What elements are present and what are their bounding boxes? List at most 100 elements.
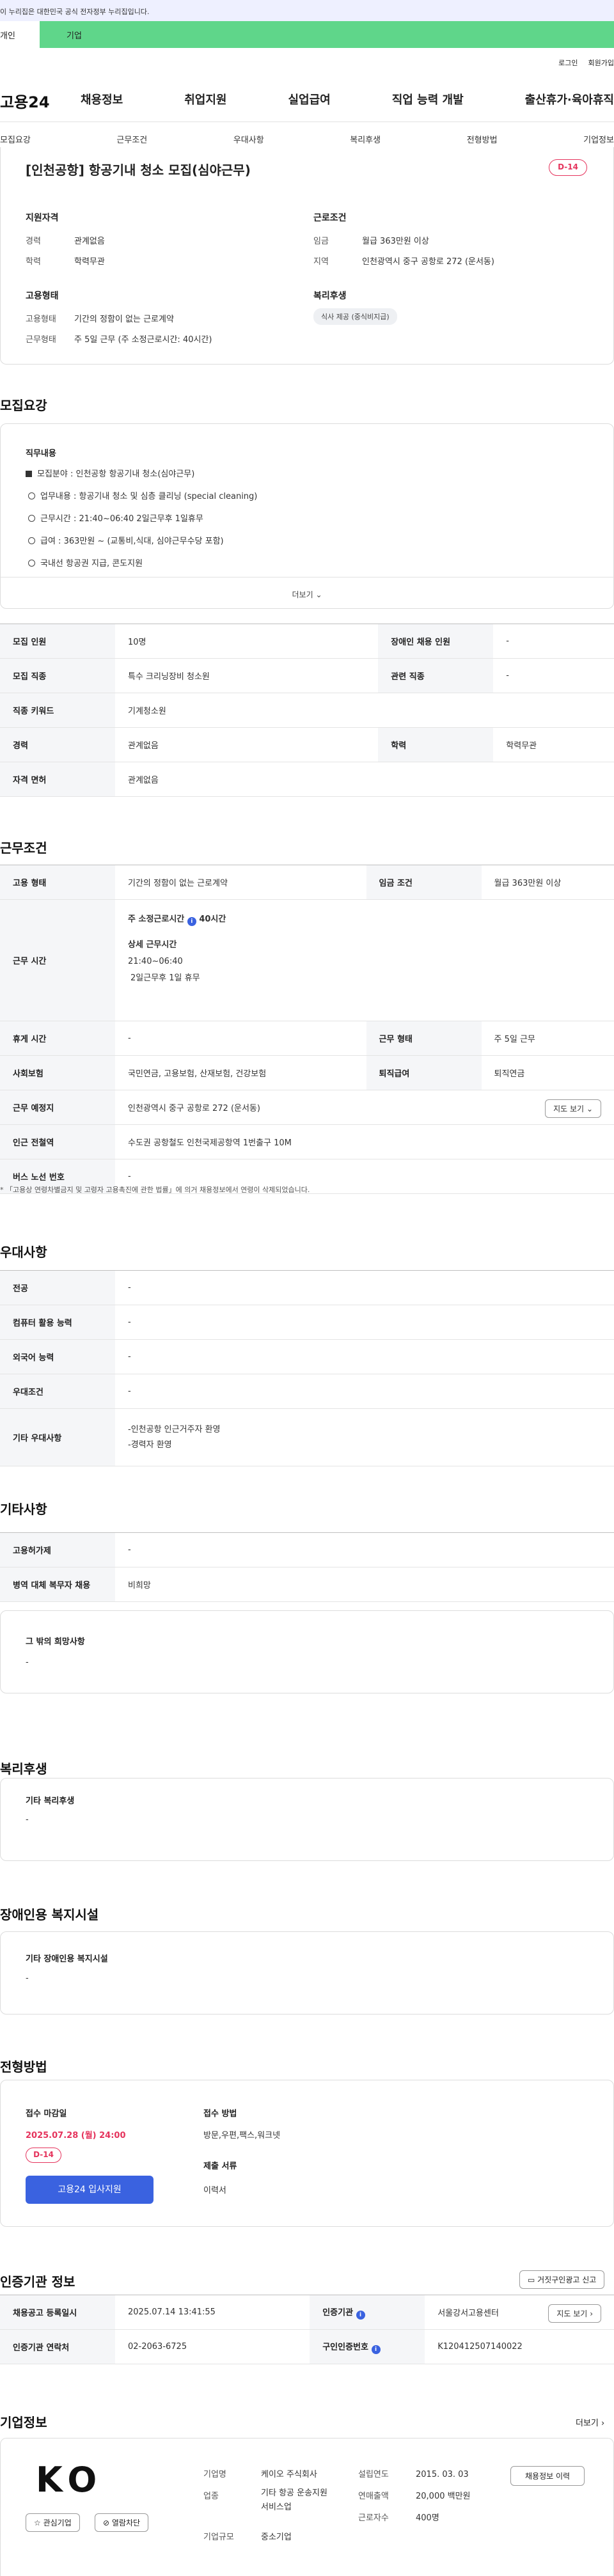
table-cell: 수도권 공항철도 인천국제공항역 1번출구 10M xyxy=(115,1124,614,1159)
table-cell: 퇴직연금 xyxy=(481,1055,614,1090)
table-header-cell: 컴퓨터 활용 능력 xyxy=(0,1305,115,1340)
chevron-down-icon: ⌄ xyxy=(315,590,322,599)
welfare-title: 기타 복리후생 xyxy=(26,1796,75,1806)
company-founded: 설립연도 2015. 03. 03 xyxy=(358,2470,469,2479)
company-name: 기업명 케이오 주식회사 xyxy=(203,2470,317,2479)
tab-recruit[interactable]: 모집요강 xyxy=(0,133,31,145)
nav-jobs[interactable]: 채용정보 xyxy=(81,91,123,107)
table-row: 고용허가제 - xyxy=(0,1532,614,1567)
table-header-cell: 외국어 능력 xyxy=(0,1339,115,1374)
emp-heading: 고용형태 xyxy=(26,291,59,301)
tab-preference[interactable]: 우대사항 xyxy=(233,133,264,145)
table-header-cell: 경력 xyxy=(0,727,115,762)
table-cell: 주 소정근로시간 i 40시간 상세 근무시간 21:40~06:40 2일근무… xyxy=(115,899,614,1021)
tab-personal[interactable]: 개인 xyxy=(0,21,40,48)
recruit-table: 모집 인원 10명 장애인 채용 인원 - 모집 직종 특수 크리닝장비 청소원 관련 직… xyxy=(0,624,614,797)
site-logo[interactable]: 고용24 xyxy=(0,90,50,112)
table-header-cell: 근무 예정지 xyxy=(0,1090,115,1125)
table-header-cell: 모집 인원 xyxy=(0,624,115,659)
user-links: 로그인 회원가입 xyxy=(558,58,614,68)
login-link[interactable]: 로그인 xyxy=(558,58,578,68)
table-header-cell: 고용허가제 xyxy=(0,1532,115,1567)
more-button[interactable]: 더보기 ⌄ xyxy=(0,577,614,609)
table-cell: 인천광역시 중구 공항로 272 (운서동) 지도 보기 ⌄ xyxy=(115,1090,614,1125)
tab-company[interactable]: 기업 xyxy=(40,21,614,48)
recruit-heading: 모집요강 xyxy=(0,398,47,413)
agency-map-button[interactable]: 지도 보기 › xyxy=(548,2304,601,2323)
table-header-cell: 우대조건 xyxy=(0,1374,115,1409)
table-cell: - xyxy=(115,1305,614,1340)
job-history-button[interactable]: 채용정보 이력 xyxy=(510,2466,585,2486)
table-header-cell: 장애인 채용 인원 xyxy=(378,624,494,659)
method-value: 방문,우편,팩스,워크넷 xyxy=(203,2131,281,2140)
apply-button[interactable]: 고용24 입사지원 xyxy=(26,2176,154,2204)
method-title: 접수 방법 xyxy=(203,2109,237,2119)
signup-link[interactable]: 회원가입 xyxy=(588,58,614,68)
map-button[interactable]: 지도 보기 ⌄ xyxy=(545,1099,601,1118)
table-cell: 국민연금, 고용보험, 산재보험, 건강보험 xyxy=(115,1055,366,1090)
table-header-cell: 학력 xyxy=(378,727,494,762)
nav-parental-leave[interactable]: 출산휴가·육아휴직 xyxy=(525,91,614,107)
chevron-right-icon: › xyxy=(590,2309,593,2318)
nav-job-training[interactable]: 직업 능력 개발 xyxy=(392,91,464,107)
table-cell: - xyxy=(115,1339,614,1374)
table-header-cell: 병역 대체 복무자 채용 xyxy=(0,1567,115,1602)
hope-card xyxy=(0,1610,614,1693)
table-header-cell: 구인인증번호 i xyxy=(310,2329,425,2364)
table-cell: 관계없음 xyxy=(115,762,614,797)
table-header-cell: 고용 형태 xyxy=(0,865,115,900)
hope-title: 그 밖의 희망사항 xyxy=(26,1637,85,1647)
table-row: 근무 예정지 인천광역시 중구 공항로 272 (운서동) 지도 보기 ⌄ xyxy=(0,1090,614,1125)
company-logo: KO xyxy=(36,2460,104,2500)
table-row: 고용 형태 기간의 정함이 없는 근로계약 임금 조건 월급 363만원 이상 xyxy=(0,865,614,900)
table-row: 모집 직종 특수 크리닝장비 청소원 관련 직종 - xyxy=(0,658,614,693)
table-header-cell: 근무 시간 xyxy=(0,899,115,1021)
welfare-heading: 복리후생 xyxy=(313,291,347,301)
welfare-value: - xyxy=(26,1815,29,1825)
table-cell: - xyxy=(115,1532,614,1567)
qual-education: 학력 학력무관 xyxy=(26,257,105,267)
table-header-cell: 직종 키워드 xyxy=(0,693,115,728)
duty-line: 국내선 항공권 지급, 콘도지원 xyxy=(28,556,143,569)
tab-company-info[interactable]: 기업정보 xyxy=(583,133,614,145)
tab-conditions[interactable]: 근무조건 xyxy=(116,133,147,145)
info-icon[interactable]: i xyxy=(187,917,196,926)
table-row: 컴퓨터 활용 능력 - xyxy=(0,1305,614,1340)
hours-detail: 21:40~06:40 xyxy=(128,957,183,966)
table-header-cell: 인근 전철역 xyxy=(0,1124,115,1159)
docs-title: 제출 서류 xyxy=(203,2162,237,2171)
company-more-link[interactable]: 더보기 › xyxy=(576,2416,604,2428)
tab-welfare[interactable]: 복리후생 xyxy=(350,133,381,145)
chevron-down-icon: ⌄ xyxy=(586,1104,593,1113)
info-icon[interactable]: i xyxy=(371,2344,381,2354)
table-cell: 학력무관 xyxy=(493,727,614,762)
tab-selection[interactable]: 전형방법 xyxy=(467,133,498,145)
deadline-title: 접수 마감일 xyxy=(26,2109,67,2119)
report-button[interactable]: ▭ 거짓구인광고 신고 xyxy=(519,2270,605,2289)
hours-summary: 주 소정근로시간 i 40시간 xyxy=(128,915,226,926)
table-cell: - xyxy=(493,658,614,693)
company-sales: 연매출액 20,000 백만원 xyxy=(358,2492,471,2501)
table-cell: 특수 크리닝장비 청소원 xyxy=(115,658,379,693)
star-icon: ☆ xyxy=(34,2518,43,2527)
block-company-button[interactable]: ⊘ 열람차단 xyxy=(95,2513,149,2532)
table-row: 기타 우대사항 -인천공항 인근거주자 환영 -경력자 환영 xyxy=(0,1408,614,1466)
nav-unemployment-benefit[interactable]: 실업급여 xyxy=(288,91,331,107)
work-type: 근무형태 주 5일 근무 (주 소정근로시간: 40시간) xyxy=(26,335,212,345)
table-row: 채용공고 등록일시 2025.07.14 13:41:55 인증기관 i 서울강서고용… xyxy=(0,2295,614,2330)
qual-heading: 지원자격 xyxy=(26,213,59,223)
table-cell: 기계청소원 xyxy=(115,693,614,728)
table-header-cell: 관련 직종 xyxy=(378,658,494,693)
table-row: 휴게 시간 - 근무 형태 주 5일 근무 xyxy=(0,1021,614,1056)
nav-employment-support[interactable]: 취업지원 xyxy=(184,91,226,107)
table-header-cell: 채용공고 등록일시 xyxy=(0,2295,115,2330)
table-cell: 월급 363만원 이상 xyxy=(481,865,614,900)
table-row: 직종 키워드 기계청소원 xyxy=(0,693,614,728)
favorite-company-button[interactable]: ☆ 관심기업 xyxy=(26,2513,80,2532)
info-icon[interactable]: i xyxy=(356,2310,365,2320)
preference-table: 전공 - 컴퓨터 활용 능력 - 외국어 능력 - 우대조건 - 기타 우대사항 -인천공… xyxy=(0,1270,614,1466)
table-header-cell: 인증기관 i xyxy=(310,2295,425,2330)
table-cell: - xyxy=(115,1270,614,1305)
preference-heading: 우대사항 xyxy=(0,1245,47,1260)
asterisk-icon: * xyxy=(0,1186,6,1194)
